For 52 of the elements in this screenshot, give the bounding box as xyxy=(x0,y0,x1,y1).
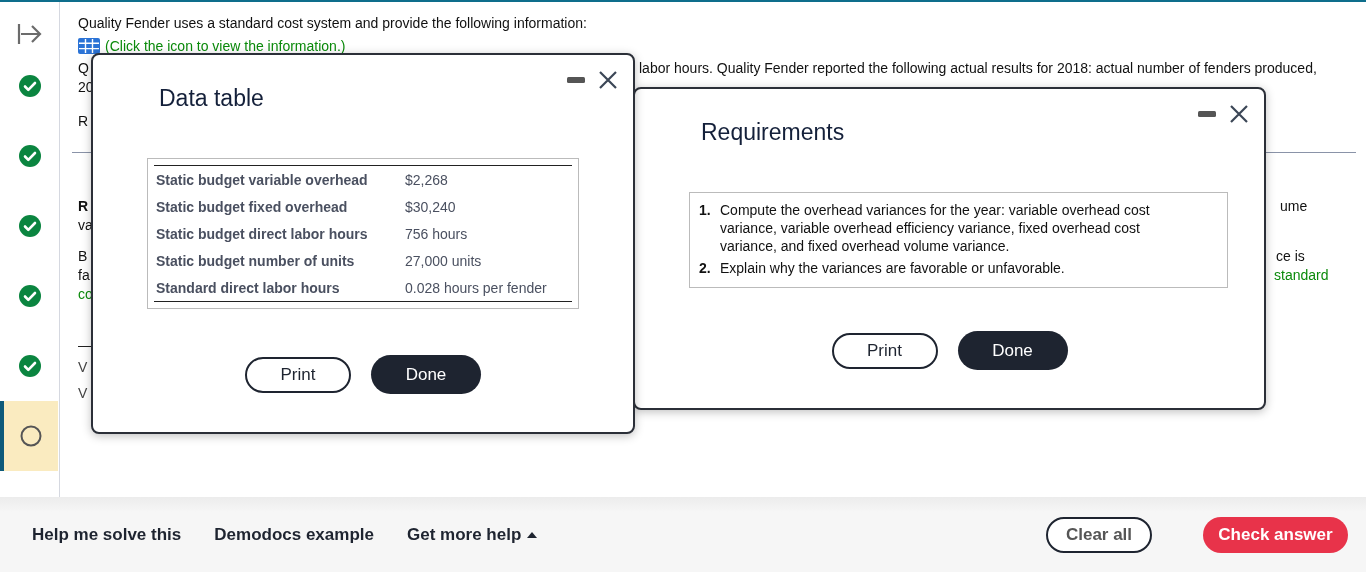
question-step[interactable] xyxy=(0,401,58,471)
requirement-text: Explain why the variances are favorable or unfavorable. xyxy=(720,259,1065,277)
text-fragment: fa xyxy=(78,267,90,283)
done-button[interactable]: Done xyxy=(957,331,1068,370)
check-circle-icon xyxy=(18,75,41,97)
table-label: Static budget fixed overhead xyxy=(155,197,349,217)
help-menu-link[interactable]: Get more help xyxy=(406,524,538,545)
table-value: $30,240 xyxy=(404,197,457,217)
dialog-title: Data table xyxy=(159,85,264,112)
table-value: $2,268 xyxy=(403,165,572,193)
table-value: 756 hours xyxy=(404,224,469,244)
table-label: Static budget direct labor hours xyxy=(155,224,369,244)
requirement-text: Compute the overhead variances for the year: variable overhead cost variance, variable overhead efficiency variance, fixed overhead cost variance, and fixed overhead volume variance. xyxy=(720,201,1151,255)
check-circle-icon xyxy=(18,145,41,167)
text-fragment: R xyxy=(78,113,89,129)
item-number: 2. xyxy=(699,259,712,277)
info-link[interactable]: (Click the icon to view the information.) xyxy=(105,38,346,54)
link-fragment[interactable]: standard xyxy=(1274,266,1329,285)
text-fragment: V xyxy=(78,385,88,401)
caret-icon xyxy=(527,531,538,538)
table-value: 27,000 units xyxy=(404,251,483,271)
table-icon[interactable] xyxy=(78,38,100,54)
table-value: 0.028 hours per fender xyxy=(403,274,572,302)
text-fragment: B xyxy=(78,248,88,264)
text-fragment: ume xyxy=(1280,197,1308,216)
check-circle-icon xyxy=(18,355,41,377)
help-link[interactable]: Help me solve this xyxy=(32,524,182,545)
dialog-title: Requirements xyxy=(701,119,845,146)
table-label: Static budget number of units xyxy=(155,251,356,271)
done-button[interactable]: Done xyxy=(371,355,481,394)
item-number: 1. xyxy=(699,201,712,220)
close-icon[interactable] xyxy=(599,71,617,89)
text-fragment: V xyxy=(78,359,88,375)
help-link[interactable]: Demodocs example xyxy=(214,524,374,545)
table-label: Standard direct labor hours xyxy=(154,274,403,302)
text-fragment: labor hours. Quality Fender reported the following actual results for 2018: actual number of fenders produced, xyxy=(639,59,1317,78)
check-circle-icon xyxy=(18,285,41,307)
print-button[interactable]: Print xyxy=(831,332,938,369)
text-fragment: R xyxy=(78,198,89,214)
check-circle-icon xyxy=(18,215,41,237)
circle-icon xyxy=(20,425,42,447)
print-button[interactable]: Print xyxy=(245,356,351,393)
text-fragment: Q xyxy=(78,60,89,76)
close-icon[interactable] xyxy=(1230,105,1248,123)
expand-icon[interactable] xyxy=(16,22,43,46)
check-answer-button[interactable]: Check answer xyxy=(1203,516,1348,553)
table-label: Static budget variable overhead xyxy=(154,165,403,193)
minimize-icon[interactable] xyxy=(567,76,585,84)
question-text: Quality Fender uses a standard cost system and provide the following information: xyxy=(78,14,588,33)
minimize-icon[interactable] xyxy=(1198,110,1216,118)
clear-all-button[interactable]: Clear all xyxy=(1046,516,1152,553)
text-fragment: ce is xyxy=(1276,247,1305,266)
